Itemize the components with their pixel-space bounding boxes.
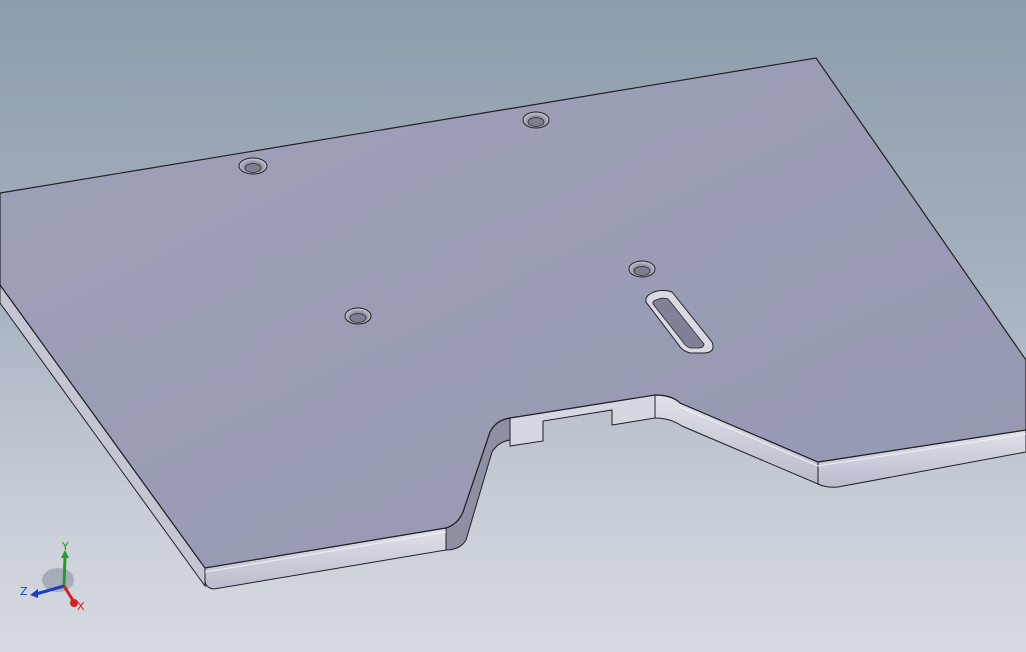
x-axis-label: X (77, 600, 85, 613)
y-axis-label: Y (61, 540, 69, 553)
mounting-hole-3[interactable] (628, 260, 656, 278)
z-axis-arrow (30, 589, 38, 598)
z-axis-label: Z (20, 585, 28, 598)
3d-viewport[interactable]: Y Z X (0, 0, 1026, 652)
cad-model-scene[interactable] (0, 0, 1026, 652)
mounting-hole-2[interactable] (522, 111, 550, 129)
mounting-hole-4[interactable] (344, 307, 372, 325)
y-axis-line (62, 555, 67, 587)
mounting-hole-1[interactable] (238, 157, 268, 175)
plate-top-face[interactable] (0, 57, 1026, 569)
orientation-triad: Y Z X (20, 540, 85, 613)
